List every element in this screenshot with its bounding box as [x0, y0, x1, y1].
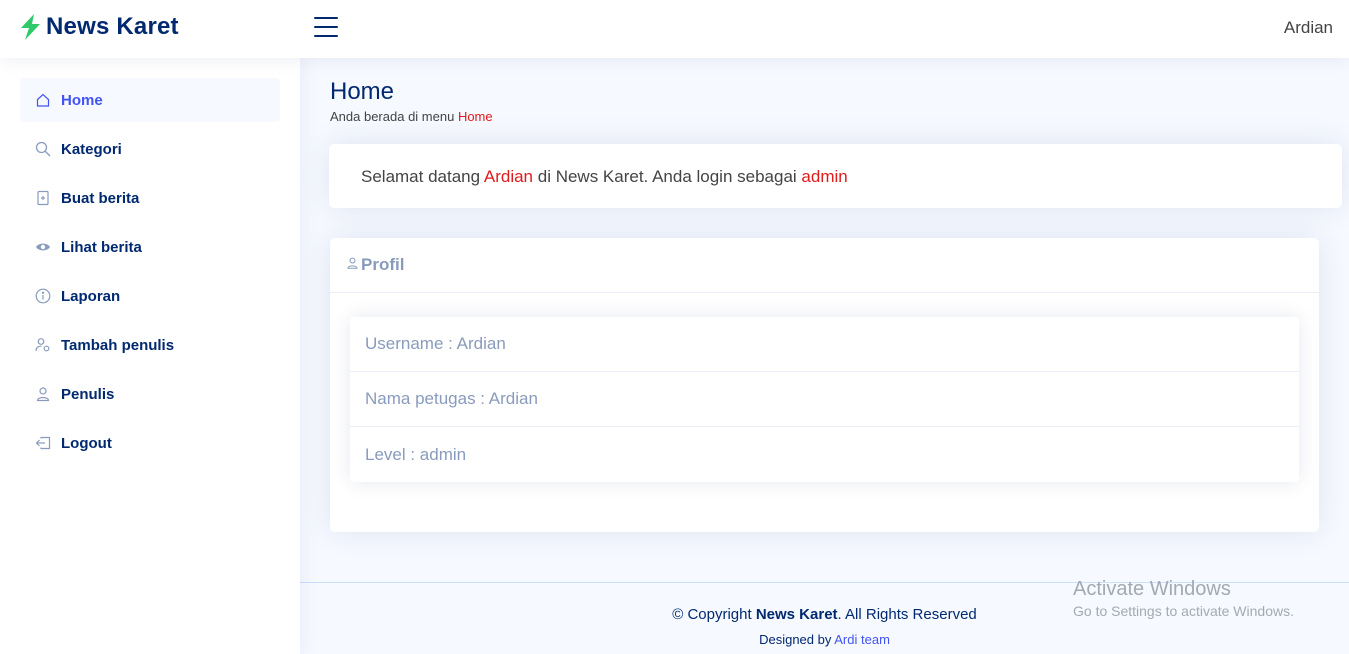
copyright-prefix: © Copyright — [672, 606, 756, 623]
profile-card-title: Profil — [361, 255, 405, 274]
sidebar-item-home[interactable]: Home — [20, 78, 280, 122]
profile-level: Level : admin — [365, 444, 467, 464]
sidebar-item-label: Lihat berita — [61, 238, 142, 256]
person-icon — [346, 256, 359, 275]
eye-icon — [34, 238, 52, 256]
user-name[interactable]: Ardian — [1284, 18, 1333, 38]
breadcrumb-current[interactable]: Home — [458, 109, 493, 124]
credits-text: Designed by Ardi team — [300, 632, 1349, 647]
sidebar-item-logout[interactable]: Logout — [20, 421, 280, 465]
watermark-title: Activate Windows — [1073, 578, 1231, 600]
info-circle-icon — [34, 287, 52, 305]
sidebar-item-penulis[interactable]: Penulis — [20, 372, 280, 416]
lightning-icon — [18, 12, 44, 42]
search-icon — [34, 140, 52, 158]
sidebar-item-label: Tambah penulis — [61, 336, 175, 354]
copyright-suffix: . All Rights Reserved — [837, 606, 977, 623]
welcome-middle: di News Karet. Anda login sebagai — [533, 167, 802, 186]
welcome-level: admin — [801, 167, 848, 186]
sidebar-item-lihat-berita[interactable]: Lihat berita — [20, 225, 280, 269]
sidebar-item-kategori[interactable]: Kategori — [20, 127, 280, 171]
top-header: News Karet Ardian — [0, 0, 1349, 58]
sidebar-item-label: Laporan — [61, 287, 121, 305]
house-icon — [34, 91, 52, 109]
sidebar-item-label: Buat berita — [61, 189, 140, 207]
sidebar-toggle-button[interactable] — [314, 17, 338, 39]
profile-list: Username : Ardian Nama petugas : Ardian … — [350, 317, 1299, 482]
profile-card-header: Profil — [330, 238, 1319, 293]
sidebar-item-label: Logout — [61, 434, 112, 452]
person-icon — [34, 385, 52, 403]
page-title: Home — [330, 78, 395, 105]
activate-windows-watermark: Activate Windows Go to Settings to activ… — [1073, 578, 1294, 619]
breadcrumb: Anda berada di menu Home — [330, 109, 493, 124]
profile-card: Profil Username : Ardian Nama petugas : … — [330, 238, 1319, 532]
sidebar-item-label: Kategori — [61, 140, 122, 158]
menu-bar — [314, 17, 338, 19]
box-arrow-left-icon — [34, 434, 52, 452]
menu-bar — [314, 26, 338, 28]
sidebar-item-tambah-penulis[interactable]: Tambah penulis — [20, 323, 280, 367]
person-gear-icon — [34, 336, 52, 354]
credits-prefix: Designed by — [759, 632, 835, 647]
menu-bar — [314, 35, 338, 37]
brand-logo[interactable]: News Karet — [18, 12, 179, 42]
profile-username: Username : Ardian — [350, 317, 1299, 372]
welcome-alert: Selamat datang Ardian di News Karet. And… — [329, 144, 1342, 208]
welcome-prefix: Selamat datang — [361, 167, 484, 186]
brand-name: News Karet — [46, 13, 179, 40]
credits-link[interactable]: Ardi team — [834, 632, 890, 647]
sidebar-item-label: Penulis — [61, 385, 115, 403]
main-content: Home Anda berada di menu Home Selamat da… — [300, 58, 1349, 654]
sidebar-item-buat-berita[interactable]: Buat berita — [20, 176, 280, 220]
file-plus-icon — [34, 189, 52, 207]
copyright-brand: News Karet — [755, 606, 838, 623]
breadcrumb-prefix: Anda berada di menu — [330, 109, 458, 124]
watermark-subtitle: Go to Settings to activate Windows. — [1073, 603, 1294, 619]
profile-nama-petugas: Nama petugas : Ardian — [350, 372, 1299, 427]
sidebar-item-label: Home — [61, 91, 103, 109]
sidebar-item-laporan[interactable]: Laporan — [20, 274, 280, 318]
sidebar: Home Kategori Buat berita Lihat berita L… — [0, 58, 300, 654]
welcome-user: Ardian — [483, 167, 534, 186]
